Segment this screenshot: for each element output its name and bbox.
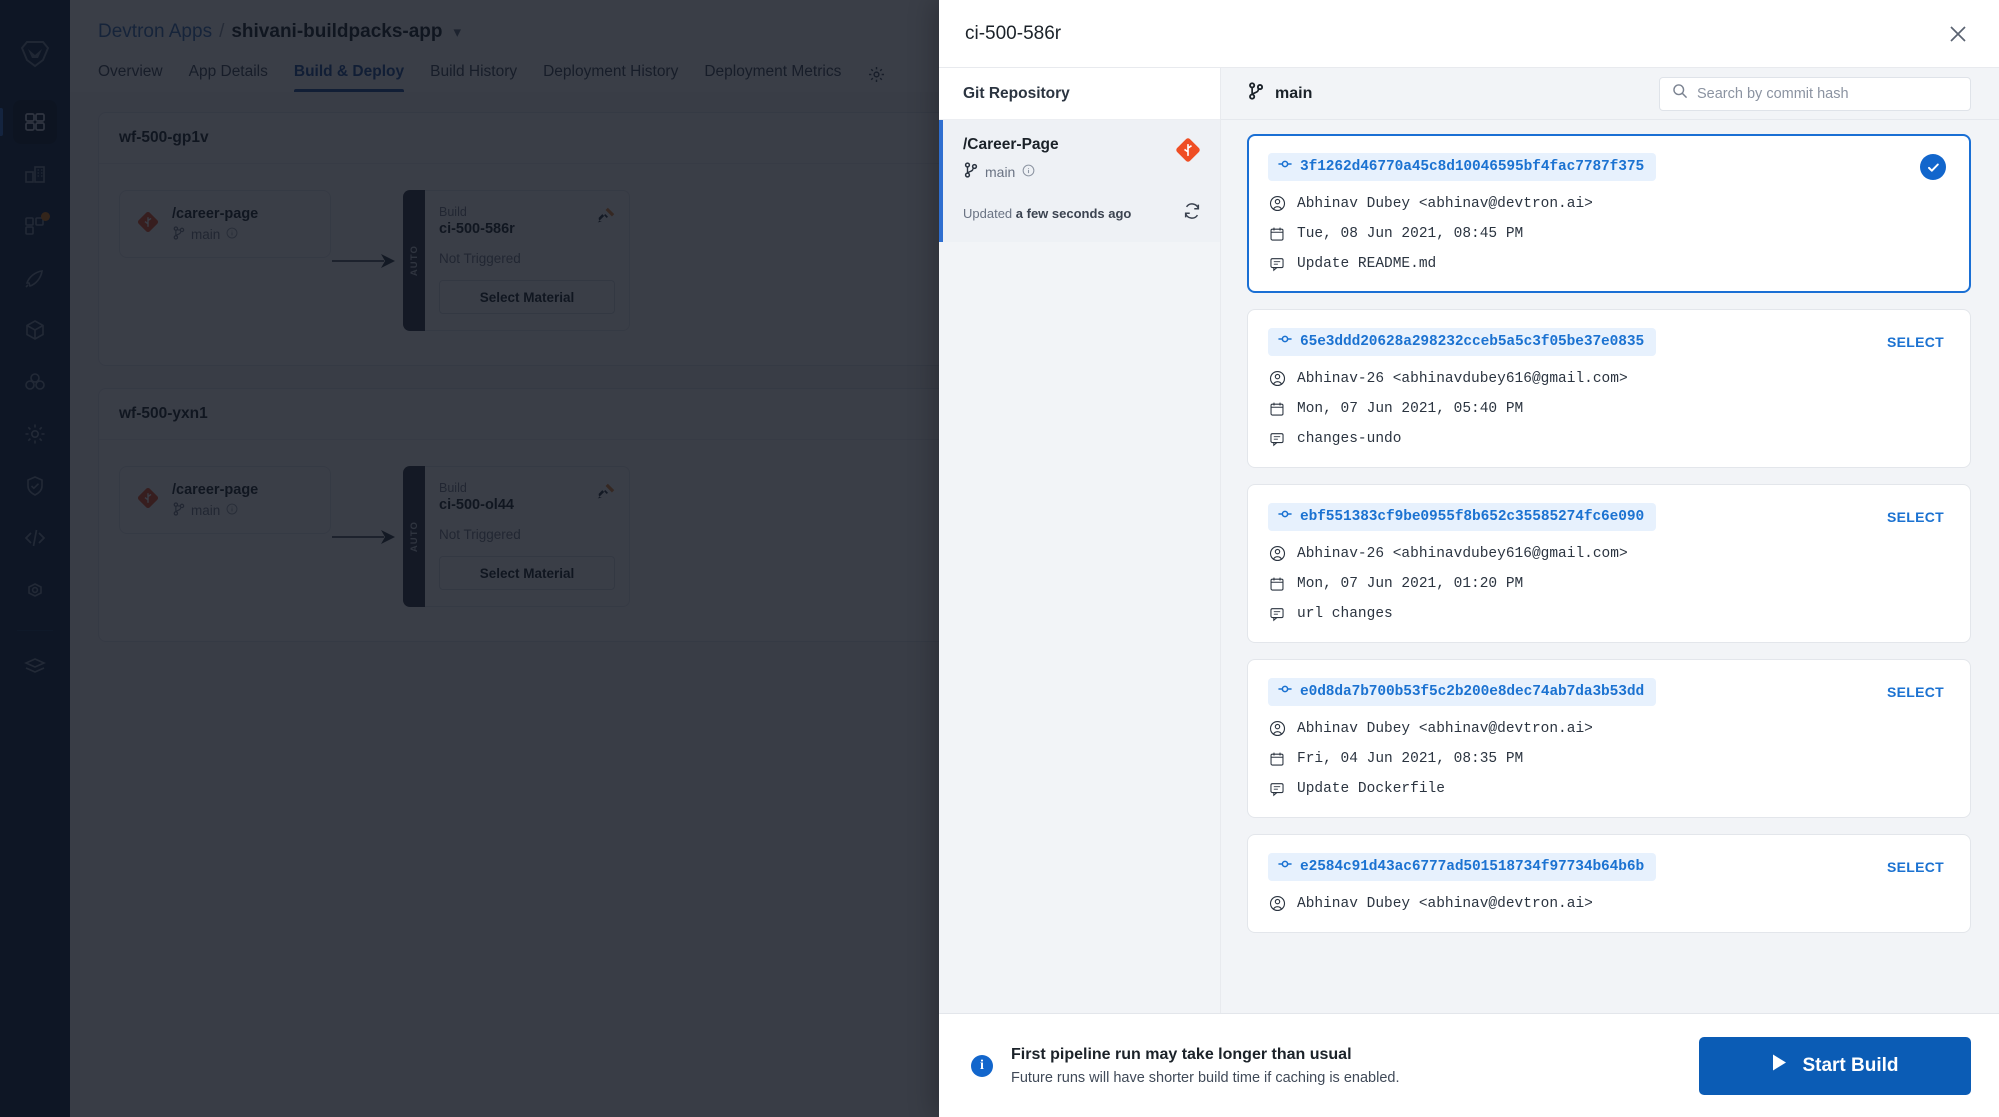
commit-hash: e2584c91d43ac6777ad501518734f97734b64b6b	[1300, 858, 1645, 875]
git-repository-item[interactable]: /Career-Page main Updated a few seconds …	[939, 120, 1220, 242]
modal-body: Git Repository /Career-Page main Updated…	[939, 68, 1999, 1013]
select-commit-button[interactable]: SELECT	[1887, 334, 1950, 350]
commit-icon	[1278, 682, 1292, 701]
comment-icon	[1268, 606, 1286, 622]
start-build-button[interactable]: Start Build	[1699, 1036, 1971, 1095]
branch-icon	[963, 162, 978, 181]
footer-subtitle: Future runs will have shorter build time…	[1011, 1069, 1400, 1086]
commit-message: changes-undo	[1297, 431, 1402, 447]
footer-title: First pipeline run may take longer than …	[1011, 1045, 1352, 1063]
commit-author: Abhinav-26 <abhinavdubey616@gmail.com>	[1297, 370, 1628, 387]
user-icon	[1268, 545, 1286, 562]
commit-date: Tue, 08 Jun 2021, 08:45 PM	[1297, 226, 1524, 242]
commit-date-row: Fri, 04 Jun 2021, 08:35 PM	[1268, 751, 1950, 767]
git-repository-branch: main	[985, 163, 1016, 180]
commit-message: url changes	[1297, 606, 1393, 622]
commit-author: Abhinav Dubey <abhinav@devtron.ai>	[1297, 895, 1593, 912]
commit-search-box[interactable]	[1659, 76, 1971, 111]
commit-message-row: Update Dockerfile	[1268, 781, 1950, 797]
commit-hash: 3f1262d46770a45c8d10046595bf4fac7787f375	[1300, 158, 1645, 175]
modal-header: ci-500-586r	[939, 0, 1999, 68]
commit-hash: 65e3ddd20628a298232cceb5a5c3f05be37e0835	[1300, 333, 1645, 350]
commit-icon	[1278, 157, 1292, 176]
commit-card[interactable]: ebf551383cf9be0955f8b652c35585274fc6e090…	[1247, 484, 1971, 643]
commit-message: Update README.md	[1297, 256, 1437, 272]
commit-author: Abhinav Dubey <abhinav@devtron.ai>	[1297, 720, 1593, 737]
select-material-modal: ci-500-586r Git Repository /Career-Page	[939, 0, 1999, 1117]
commit-author-row: Abhinav-26 <abhinavdubey616@gmail.com>	[1268, 370, 1950, 387]
commit-message-row: Update README.md	[1268, 256, 1950, 272]
app-screen: Devtron Apps / shivani-buildpacks-app ▾ …	[0, 0, 1999, 1117]
branch-indicator: main	[1247, 82, 1647, 105]
git-repository-name: /Career-Page	[963, 136, 1059, 153]
comment-icon	[1268, 256, 1286, 272]
select-commit-button[interactable]: SELECT	[1887, 684, 1950, 700]
user-icon	[1268, 895, 1286, 912]
commit-hash-pill[interactable]: 3f1262d46770a45c8d10046595bf4fac7787f375	[1268, 153, 1657, 181]
branch-name: main	[1275, 84, 1313, 102]
updated-value: a few seconds ago	[1015, 206, 1132, 221]
commit-message-row: url changes	[1268, 606, 1950, 622]
calendar-icon	[1268, 751, 1286, 767]
commit-author-row: Abhinav Dubey <abhinav@devtron.ai>	[1268, 195, 1950, 212]
select-commit-button[interactable]: SELECT	[1887, 509, 1950, 525]
commit-message: Update Dockerfile	[1297, 781, 1445, 797]
play-icon	[1771, 1053, 1788, 1078]
commit-date-row: Mon, 07 Jun 2021, 01:20 PM	[1268, 576, 1950, 592]
check-circle-icon[interactable]	[1920, 154, 1946, 180]
commit-icon	[1278, 332, 1292, 351]
comment-icon	[1268, 781, 1286, 797]
commit-hash: e0d8da7b700b53f5c2b200e8dec74ab7da3b53dd	[1300, 683, 1645, 700]
commit-date: Mon, 07 Jun 2021, 05:40 PM	[1297, 401, 1524, 417]
modal-title: ci-500-586r	[965, 22, 1062, 44]
commit-icon	[1278, 507, 1292, 526]
select-commit-button[interactable]: SELECT	[1887, 859, 1950, 875]
git-diamond-icon	[1174, 136, 1202, 169]
commit-hash-pill[interactable]: e0d8da7b700b53f5c2b200e8dec74ab7da3b53dd	[1268, 678, 1657, 706]
info-icon: i	[971, 1054, 993, 1077]
commit-icon	[1278, 857, 1292, 876]
user-icon	[1268, 720, 1286, 737]
close-icon[interactable]	[1941, 17, 1975, 51]
user-icon	[1268, 195, 1286, 212]
search-input[interactable]	[1697, 85, 1958, 102]
calendar-icon	[1268, 401, 1286, 417]
commit-hash-pill[interactable]: e2584c91d43ac6777ad501518734f97734b64b6b	[1268, 853, 1657, 881]
refresh-icon[interactable]	[1182, 201, 1202, 226]
commit-date: Mon, 07 Jun 2021, 01:20 PM	[1297, 576, 1524, 592]
commit-hash-pill[interactable]: 65e3ddd20628a298232cceb5a5c3f05be37e0835	[1268, 328, 1657, 356]
info-icon[interactable]	[1022, 164, 1035, 180]
git-repository-pane: Git Repository /Career-Page main Updated…	[939, 68, 1221, 1013]
calendar-icon	[1268, 576, 1286, 592]
git-repository-header: Git Repository	[939, 68, 1220, 120]
commit-date-row: Mon, 07 Jun 2021, 05:40 PM	[1268, 401, 1950, 417]
commit-hash-pill[interactable]: ebf551383cf9be0955f8b652c35585274fc6e090	[1268, 503, 1657, 531]
commit-hash: ebf551383cf9be0955f8b652c35585274fc6e090	[1300, 508, 1645, 525]
commit-author-row: Abhinav Dubey <abhinav@devtron.ai>	[1268, 895, 1950, 912]
commit-card[interactable]: 65e3ddd20628a298232cceb5a5c3f05be37e0835…	[1247, 309, 1971, 468]
commit-card[interactable]: e0d8da7b700b53f5c2b200e8dec74ab7da3b53dd…	[1247, 659, 1971, 818]
commit-message-row: changes-undo	[1268, 431, 1950, 447]
branch-icon	[1247, 82, 1264, 105]
start-build-label: Start Build	[1802, 1054, 1899, 1076]
commit-author: Abhinav Dubey <abhinav@devtron.ai>	[1297, 195, 1593, 212]
commit-card[interactable]: e2584c91d43ac6777ad501518734f97734b64b6b…	[1247, 834, 1971, 933]
calendar-icon	[1268, 226, 1286, 242]
user-icon	[1268, 370, 1286, 387]
git-repository-branch-row: main	[963, 162, 1059, 181]
commit-author-row: Abhinav-26 <abhinavdubey616@gmail.com>	[1268, 545, 1950, 562]
commit-card[interactable]: 3f1262d46770a45c8d10046595bf4fac7787f375…	[1247, 134, 1971, 293]
commit-author: Abhinav-26 <abhinavdubey616@gmail.com>	[1297, 545, 1628, 562]
search-icon	[1672, 83, 1688, 104]
commit-author-row: Abhinav Dubey <abhinav@devtron.ai>	[1268, 720, 1950, 737]
commit-date: Fri, 04 Jun 2021, 08:35 PM	[1297, 751, 1524, 767]
commit-pane-header: main	[1221, 68, 1999, 120]
git-repository-updated: Updated a few seconds ago	[963, 206, 1131, 221]
comment-icon	[1268, 431, 1286, 447]
commit-list[interactable]: 3f1262d46770a45c8d10046595bf4fac7787f375…	[1221, 120, 1999, 1013]
commit-pane: main Search by commit hash 3f1262d46770a…	[1221, 68, 1999, 1013]
modal-footer: i First pipeline run may take longer tha…	[939, 1013, 1999, 1117]
commit-date-row: Tue, 08 Jun 2021, 08:45 PM	[1268, 226, 1950, 242]
updated-label: Updated	[963, 206, 1013, 221]
